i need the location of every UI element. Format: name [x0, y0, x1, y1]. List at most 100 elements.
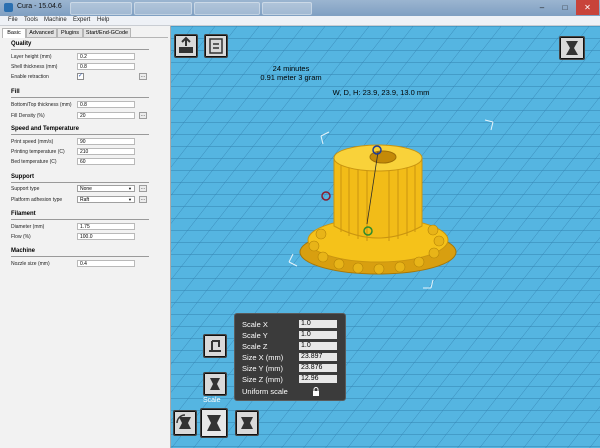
tab-basic[interactable]: Basic	[2, 28, 26, 38]
size-z-input[interactable]: 12.96	[299, 375, 337, 383]
menu-file[interactable]: File	[8, 17, 18, 23]
support-type-select[interactable]: None ▼	[77, 185, 135, 192]
print-time-text: 24 minutes	[272, 64, 310, 73]
tab-start-end-gcode[interactable]: Start/End-GCode	[83, 28, 131, 37]
support-settings-button[interactable]: ...	[139, 185, 147, 192]
settings-sidebar: Basic Advanced Plugins Start/End-GCode Q…	[0, 26, 171, 448]
bottom-top-thickness-input[interactable]: 0.8	[77, 101, 135, 108]
menu-help[interactable]: Help	[97, 17, 109, 23]
scale-z-input[interactable]: 1.0	[299, 342, 337, 350]
scale-tool-caption: Scale	[203, 397, 221, 404]
settings-tabs: Basic Advanced Plugins Start/End-GCode	[2, 28, 168, 38]
scale-tool-button[interactable]	[200, 408, 228, 438]
reset-scale-icon	[210, 378, 220, 390]
nozzle-size-input[interactable]: 0.4	[77, 260, 135, 267]
scale-panel: Scale X 1.0 Scale Y 1.0 Scale Z 1.0 Size…	[234, 313, 346, 401]
print-speed-input[interactable]: 90	[77, 138, 135, 145]
section-quality: Quality	[11, 41, 32, 47]
bottom-top-thickness-label: Bottom/Top thickness (mm)	[11, 102, 72, 108]
tab-plugins[interactable]: Plugins	[57, 28, 83, 37]
layer-height-input[interactable]: 0.2	[77, 53, 135, 60]
close-button[interactable]: ✕	[576, 0, 599, 15]
lay-flat-button[interactable]	[203, 334, 227, 358]
flow-label: Flow (%)	[11, 234, 31, 240]
enable-retraction-label: Enable retraction	[11, 74, 49, 80]
platform-adhesion-select[interactable]: Raft ▼	[77, 196, 135, 203]
scale-x-label: Scale X	[242, 320, 268, 329]
size-y-label: Size Y (mm)	[242, 364, 283, 373]
lay-flat-icon	[209, 340, 221, 352]
reset-scale-button[interactable]	[203, 372, 227, 396]
load-icon	[179, 36, 193, 53]
support-type-value: None	[80, 186, 92, 192]
divider	[11, 49, 149, 50]
taskbar-tab[interactable]	[70, 2, 132, 15]
load-model-button[interactable]	[174, 34, 198, 58]
divider	[11, 256, 149, 257]
flow-input[interactable]: 100.0	[77, 233, 135, 240]
mirror-icon	[241, 417, 253, 429]
lock-icon[interactable]	[312, 387, 320, 396]
menu-machine[interactable]: Machine	[44, 17, 67, 23]
bed-temperature-input[interactable]: 60	[77, 158, 135, 165]
chevron-down-icon: ▼	[128, 197, 132, 202]
printing-temperature-label: Printing temperature (C)	[11, 149, 65, 155]
size-x-label: Size X (mm)	[242, 353, 284, 362]
size-z-label: Size Z (mm)	[242, 375, 283, 384]
tab-advanced[interactable]: Advanced	[26, 28, 57, 37]
platform-adhesion-label: Platform adhesion type	[11, 197, 63, 203]
section-fill: Fill	[11, 89, 20, 95]
fill-density-input[interactable]: 20	[77, 112, 135, 119]
support-type-label: Support type	[11, 186, 40, 192]
rotate-icon	[176, 414, 191, 429]
platform-adhesion-value: Raft	[80, 197, 90, 203]
size-y-input[interactable]: 23.876	[299, 364, 337, 372]
divider	[11, 134, 149, 135]
printing-temperature-input[interactable]: 210	[77, 148, 135, 155]
print-button[interactable]	[204, 34, 228, 58]
bed-temperature-label: Bed temperature (C)	[11, 159, 57, 165]
window-title: Cura - 15.04.6	[17, 3, 62, 10]
adhesion-settings-button[interactable]: ...	[139, 196, 147, 203]
diameter-label: Diameter (mm)	[11, 224, 45, 230]
layer-height-label: Layer height (mm)	[11, 54, 52, 60]
scale-y-label: Scale Y	[242, 331, 268, 340]
maximize-button[interactable]: □	[553, 0, 577, 15]
section-filament: Filament	[11, 211, 36, 217]
scale-y-input[interactable]: 1.0	[299, 331, 337, 339]
divider	[11, 219, 149, 220]
title-bar: Cura - 15.04.6 – □ ✕	[0, 0, 600, 16]
divider	[11, 97, 149, 98]
shell-thickness-label: Shell thickness (mm)	[11, 64, 58, 70]
fill-settings-button[interactable]: ...	[139, 112, 147, 119]
menu-bar: File Tools Machine Expert Help	[0, 16, 600, 26]
uniform-scale-label: Uniform scale	[242, 387, 288, 396]
chevron-down-icon: ▼	[128, 186, 132, 191]
size-x-input[interactable]: 23.897	[299, 353, 337, 361]
print-icon	[209, 38, 223, 54]
taskbar-tab[interactable]	[134, 2, 192, 15]
enable-retraction-checkbox[interactable]: ✓	[77, 73, 84, 80]
section-support: Support	[11, 174, 34, 180]
taskbar-tab[interactable]	[194, 2, 260, 15]
shell-thickness-input[interactable]: 0.8	[77, 63, 135, 70]
divider	[11, 182, 149, 183]
rotate-tool-button[interactable]	[173, 410, 197, 436]
print-speed-label: Print speed (mm/s)	[11, 139, 54, 145]
taskbar-tab[interactable]	[262, 2, 312, 15]
dimensions-text: W, D, H: 23.9, 23.9, 13.0 mm	[332, 88, 430, 97]
mirror-tool-button[interactable]	[235, 410, 259, 436]
minimize-button[interactable]: –	[530, 0, 554, 15]
view-mode-icon	[566, 41, 578, 55]
section-machine: Machine	[11, 248, 36, 254]
diameter-input[interactable]: 1.75	[77, 223, 135, 230]
scale-x-input[interactable]: 1.0	[299, 320, 337, 328]
menu-tools[interactable]: Tools	[24, 17, 38, 23]
retraction-settings-button[interactable]: ...	[139, 73, 147, 80]
scale-icon	[207, 415, 221, 431]
menu-expert[interactable]: Expert	[73, 17, 90, 23]
material-usage-text: 0.91 meter 3 gram	[260, 73, 322, 82]
section-speed-temperature: Speed and Temperature	[11, 126, 79, 132]
nozzle-size-label: Nozzle size (mm)	[11, 261, 50, 267]
view-mode-button[interactable]	[559, 36, 585, 60]
